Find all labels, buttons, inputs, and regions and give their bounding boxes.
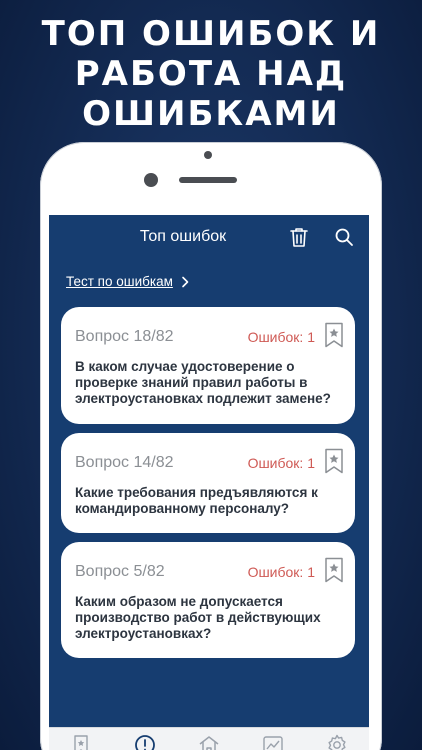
question-text-line: проверке знаний правил работы в bbox=[75, 375, 308, 390]
phone-sensor-dot bbox=[204, 151, 212, 159]
bookmark-icon[interactable] bbox=[70, 734, 92, 750]
question-text: Какие требования предъявляются к команди… bbox=[75, 485, 347, 517]
test-by-mistakes-link[interactable]: Тест по ошибкам bbox=[66, 274, 173, 289]
error-count: Ошибок: 1 bbox=[247, 455, 315, 471]
question-card[interactable]: Вопрос 5/82 Ошибок: 1 Каким образом не д… bbox=[61, 542, 355, 658]
phone-camera bbox=[144, 173, 158, 187]
search-icon[interactable] bbox=[333, 226, 355, 248]
bookmark-star-icon[interactable] bbox=[324, 448, 344, 474]
question-text-line: производство работ в действующих bbox=[75, 610, 321, 625]
question-card[interactable]: Вопрос 18/82 Ошибок: 1 В каком случае уд… bbox=[61, 307, 355, 424]
question-number: Вопрос 18/82 bbox=[75, 328, 174, 345]
question-text: Каким образом не допускается производств… bbox=[75, 594, 347, 642]
headline-line-2: РАБОТА НАД bbox=[74, 54, 348, 94]
question-number: Вопрос 5/82 bbox=[75, 563, 165, 580]
phone-frame: Топ ошибок Тест по ошибкам Вопрос 18/82 … bbox=[40, 142, 382, 750]
question-text-line: Каким образом не допускается bbox=[75, 594, 283, 609]
question-card[interactable]: Вопрос 14/82 Ошибок: 1 Какие требования … bbox=[61, 433, 355, 533]
page-title: Топ ошибок bbox=[139, 228, 227, 245]
headline-line-3: ОШИБКАМИ bbox=[82, 94, 340, 134]
error-count: Ошибок: 1 bbox=[247, 564, 315, 580]
question-text-line: электроустановках подлежит замене? bbox=[75, 391, 331, 406]
tab-bar bbox=[49, 727, 369, 750]
home-icon[interactable] bbox=[198, 734, 220, 750]
question-text-line: В каком случае удостоверение о bbox=[75, 359, 295, 374]
question-number: Вопрос 14/82 bbox=[75, 454, 174, 471]
app-screen: Топ ошибок Тест по ошибкам Вопрос 18/82 … bbox=[49, 215, 369, 750]
headline-line-1: ТОП ОШИБОК И bbox=[41, 14, 381, 54]
question-text-line: электроустановках? bbox=[75, 626, 212, 641]
settings-icon[interactable] bbox=[326, 734, 348, 750]
statistics-icon[interactable] bbox=[262, 734, 284, 750]
question-text-line: Какие требования предъявляются к bbox=[75, 485, 318, 500]
mistakes-icon[interactable] bbox=[134, 734, 156, 750]
navbar: Топ ошибок bbox=[49, 215, 369, 259]
bookmark-star-icon[interactable] bbox=[324, 322, 344, 348]
promo-headline: ТОП ОШИБОК И РАБОТА НАД ОШИБКАМИ bbox=[0, 14, 422, 134]
question-text: В каком случае удостоверение о проверке … bbox=[75, 359, 347, 407]
chevron-right-icon bbox=[182, 276, 189, 288]
question-text-line: командированному персоналу? bbox=[75, 501, 290, 516]
phone-speaker bbox=[179, 177, 237, 183]
error-count: Ошибок: 1 bbox=[247, 329, 315, 345]
bookmark-star-icon[interactable] bbox=[324, 557, 344, 583]
trash-icon[interactable] bbox=[288, 226, 310, 248]
